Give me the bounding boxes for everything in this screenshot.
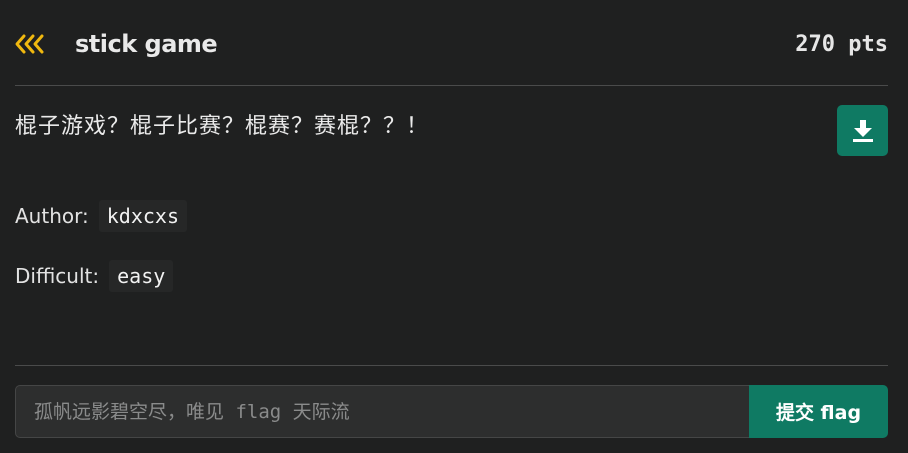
submit-flag-button[interactable]: 提交 flag: [749, 385, 888, 438]
challenge-panel: stick game 270 pts 棍子游戏？棍子比赛？棍赛？赛棍？？！ Au…: [0, 0, 908, 453]
header-left: stick game: [15, 27, 218, 61]
author-value: kdxcxs: [98, 200, 187, 232]
download-button[interactable]: [837, 105, 888, 156]
author-label: Author:: [15, 204, 89, 228]
difficulty-value: easy: [109, 260, 174, 292]
challenge-points: 270 pts: [795, 31, 888, 57]
header-divider: [15, 85, 888, 86]
footer-divider: [15, 365, 888, 366]
flag-input[interactable]: [15, 385, 749, 438]
difficulty-row: Difficult: easy: [15, 260, 174, 292]
difficulty-label: Difficult:: [15, 264, 100, 288]
challenge-title: stick game: [75, 30, 218, 58]
challenge-header: stick game 270 pts: [15, 22, 888, 66]
author-row: Author: kdxcxs: [15, 200, 187, 232]
download-icon: [852, 119, 873, 142]
challenge-description: 棍子游戏？棍子比赛？棍赛？赛棍？？！: [15, 114, 430, 139]
back-chevrons-icon[interactable]: [15, 27, 49, 61]
